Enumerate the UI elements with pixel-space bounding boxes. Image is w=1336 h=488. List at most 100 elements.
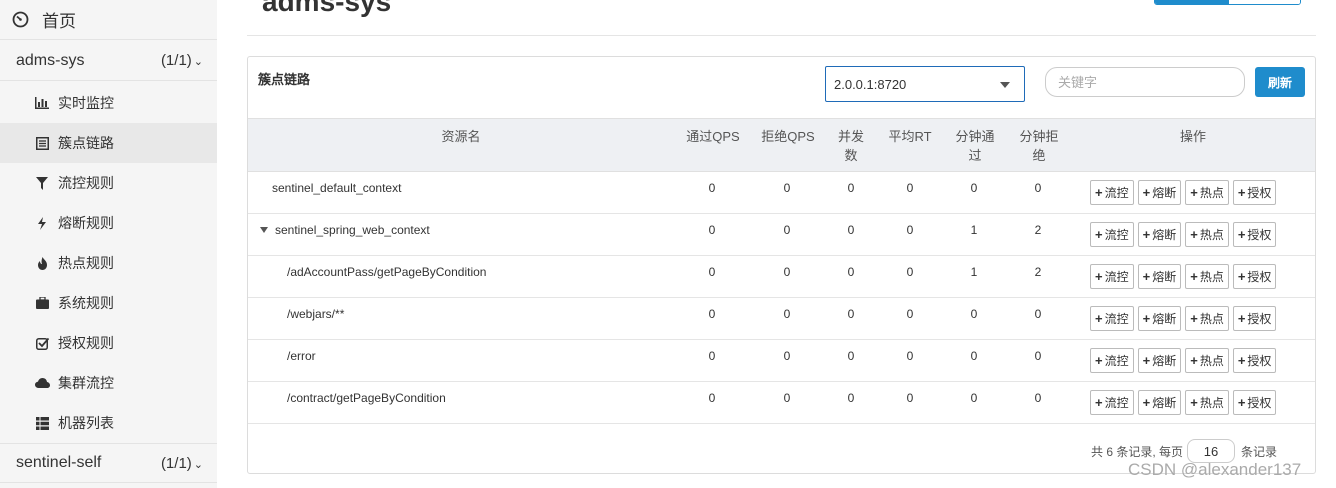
plus-icon: + xyxy=(1142,311,1151,326)
machine-select-value: 2.0.0.1:8720 xyxy=(834,76,907,92)
auth-rule-button[interactable]: + 授权 xyxy=(1232,222,1277,247)
check-icon xyxy=(34,335,50,351)
refresh-button[interactable]: 刷新 xyxy=(1255,67,1305,97)
expand-toggle-icon[interactable] xyxy=(260,227,268,233)
sidebar-item-cluster-link[interactable]: 簇点链路 xyxy=(0,123,217,163)
flow-rule-button[interactable]: + 流控 xyxy=(1090,306,1134,331)
cell-minute-block: 0 xyxy=(1034,307,1042,321)
sidebar-item-system-rules[interactable]: 系统规则 xyxy=(0,283,217,323)
machine-select[interactable]: 2.0.0.1:8720 xyxy=(825,66,1025,102)
header-concurrency: 并发 数 xyxy=(831,127,871,165)
sidebar-item-auth-rules[interactable]: 授权规则 xyxy=(0,323,217,363)
resource-panel: 簇点链路 2.0.0.1:8720 刷新 资源名 通过QPS 拒绝QPS 并发 … xyxy=(247,56,1316,474)
degrade-rule-button[interactable]: + 熔断 xyxy=(1137,180,1182,205)
plus-icon: + xyxy=(1237,269,1246,284)
flow-rule-button[interactable]: + 流控 xyxy=(1090,180,1134,205)
sidebar-item-cluster-flow[interactable]: 集群流控 xyxy=(0,363,217,403)
row-actions: + 流控 + 熔断 + 热点 + 授权 xyxy=(1090,306,1277,331)
hotspot-rule-button[interactable]: + 热点 xyxy=(1185,180,1229,205)
cell-pass-qps: 0 xyxy=(708,349,716,363)
cell-pass-qps: 0 xyxy=(708,391,716,405)
app-count: (1/1) xyxy=(160,52,192,69)
degrade-rule-button[interactable]: + 熔断 xyxy=(1137,348,1182,373)
flow-rule-button[interactable]: + 流控 xyxy=(1090,264,1134,289)
action-label: 热点 xyxy=(1199,312,1224,326)
nav-home[interactable]: 首页 xyxy=(0,0,217,40)
table-row: /error 0 0 0 0 0 0 + 流控 + 熔断 + 热点 + 授权 xyxy=(248,340,1315,382)
degrade-rule-button[interactable]: + 熔断 xyxy=(1137,222,1182,247)
cloud-icon xyxy=(34,375,50,391)
cell-block-qps: 0 xyxy=(783,181,791,195)
resource-name-text: sentinel_default_context xyxy=(272,181,402,195)
row-actions: + 流控 + 熔断 + 热点 + 授权 xyxy=(1090,390,1277,415)
auth-rule-button[interactable]: + 授权 xyxy=(1232,306,1277,331)
sidebar-item-flow-rules[interactable]: 流控规则 xyxy=(0,163,217,203)
hotspot-rule-button[interactable]: + 热点 xyxy=(1185,264,1229,289)
plus-icon: + xyxy=(1237,227,1246,242)
action-label: 熔断 xyxy=(1152,354,1177,368)
fire-icon xyxy=(34,255,50,271)
view-toggle-active[interactable] xyxy=(1155,0,1229,4)
degrade-rule-button[interactable]: + 熔断 xyxy=(1137,306,1182,331)
cell-minute-block: 0 xyxy=(1034,391,1042,405)
sidebar-item-degrade-rules[interactable]: 熔断规则 xyxy=(0,203,217,243)
action-label: 授权 xyxy=(1247,354,1272,368)
auth-rule-button[interactable]: + 授权 xyxy=(1232,348,1277,373)
flow-rule-button[interactable]: + 流控 xyxy=(1090,348,1134,373)
auth-rule-button[interactable]: + 授权 xyxy=(1232,264,1277,289)
plus-icon: + xyxy=(1142,227,1151,242)
cell-avg-rt: 0 xyxy=(906,181,914,195)
caret-down-icon xyxy=(1000,82,1010,88)
action-label: 授权 xyxy=(1247,270,1272,284)
row-actions: + 流控 + 熔断 + 热点 + 授权 xyxy=(1090,180,1277,205)
hotspot-rule-button[interactable]: + 热点 xyxy=(1185,306,1229,331)
action-label: 熔断 xyxy=(1152,396,1177,410)
search-input[interactable] xyxy=(1045,67,1245,97)
action-label: 熔断 xyxy=(1152,186,1177,200)
hotspot-rule-button[interactable]: + 热点 xyxy=(1185,348,1229,373)
plus-icon: + xyxy=(1095,269,1103,284)
action-label: 热点 xyxy=(1199,270,1224,284)
sidebar-item-label: 实时监控 xyxy=(58,95,114,111)
degrade-rule-button[interactable]: + 熔断 xyxy=(1137,264,1182,289)
hotspot-rule-button[interactable]: + 热点 xyxy=(1185,390,1229,415)
table-row: /contract/getPageByCondition 0 0 0 0 0 0 + 流控 + 熔断… xyxy=(248,382,1315,424)
plus-icon: + xyxy=(1237,353,1246,368)
cell-block-qps: 0 xyxy=(783,223,791,237)
sidebar-item-realtime-monitor[interactable]: 实时监控 xyxy=(0,83,217,123)
action-label: 授权 xyxy=(1247,186,1272,200)
sidebar-item-label: 流控规则 xyxy=(58,175,114,191)
flow-rule-button[interactable]: + 流控 xyxy=(1090,222,1134,247)
dashboard-icon xyxy=(12,11,30,28)
auth-rule-button[interactable]: + 授权 xyxy=(1232,390,1277,415)
row-actions: + 流控 + 熔断 + 热点 + 授权 xyxy=(1090,222,1277,247)
cell-minute-pass: 1 xyxy=(970,223,978,237)
resource-name-text: /contract/getPageByCondition xyxy=(287,391,446,405)
plus-icon: + xyxy=(1095,395,1103,410)
header-block-qps: 拒绝QPS xyxy=(761,129,815,144)
header-concurrency-line2: 数 xyxy=(844,148,858,163)
app-sentinel-self[interactable]: sentinel-self (1/1) ⌄ xyxy=(0,443,217,483)
flow-rule-button[interactable]: + 流控 xyxy=(1090,390,1134,415)
th-list-icon xyxy=(34,415,50,431)
hotspot-rule-button[interactable]: + 热点 xyxy=(1185,222,1229,247)
degrade-rule-button[interactable]: + 熔断 xyxy=(1137,390,1182,415)
watermark: CSDN @alexander137 xyxy=(1128,460,1302,479)
action-label: 授权 xyxy=(1247,396,1272,410)
cell-minute-pass: 0 xyxy=(970,391,978,405)
app-adms-sys[interactable]: adms-sys (1/1) ⌄ xyxy=(0,41,217,81)
auth-rule-button[interactable]: + 授权 xyxy=(1232,180,1277,205)
filter-icon xyxy=(34,175,50,191)
action-label: 流控 xyxy=(1104,396,1129,410)
sidebar-item-hotspot-rules[interactable]: 热点规则 xyxy=(0,243,217,283)
app-name: adms-sys xyxy=(16,51,85,69)
cell-pass-qps: 0 xyxy=(708,265,716,279)
cell-concurrency: 0 xyxy=(847,391,855,405)
action-label: 热点 xyxy=(1199,228,1224,242)
sidebar: 首页 adms-sys (1/1) ⌄ 实时监控 簇点链路 流控规则 熔断规则 热… xyxy=(0,0,217,488)
view-toggle-inactive[interactable] xyxy=(1229,0,1300,4)
cell-resource-name: /adAccountPass/getPageByCondition xyxy=(287,265,486,279)
bar-chart-icon xyxy=(34,95,50,111)
plus-icon: + xyxy=(1142,185,1151,200)
sidebar-item-machine-list[interactable]: 机器列表 xyxy=(0,403,217,443)
